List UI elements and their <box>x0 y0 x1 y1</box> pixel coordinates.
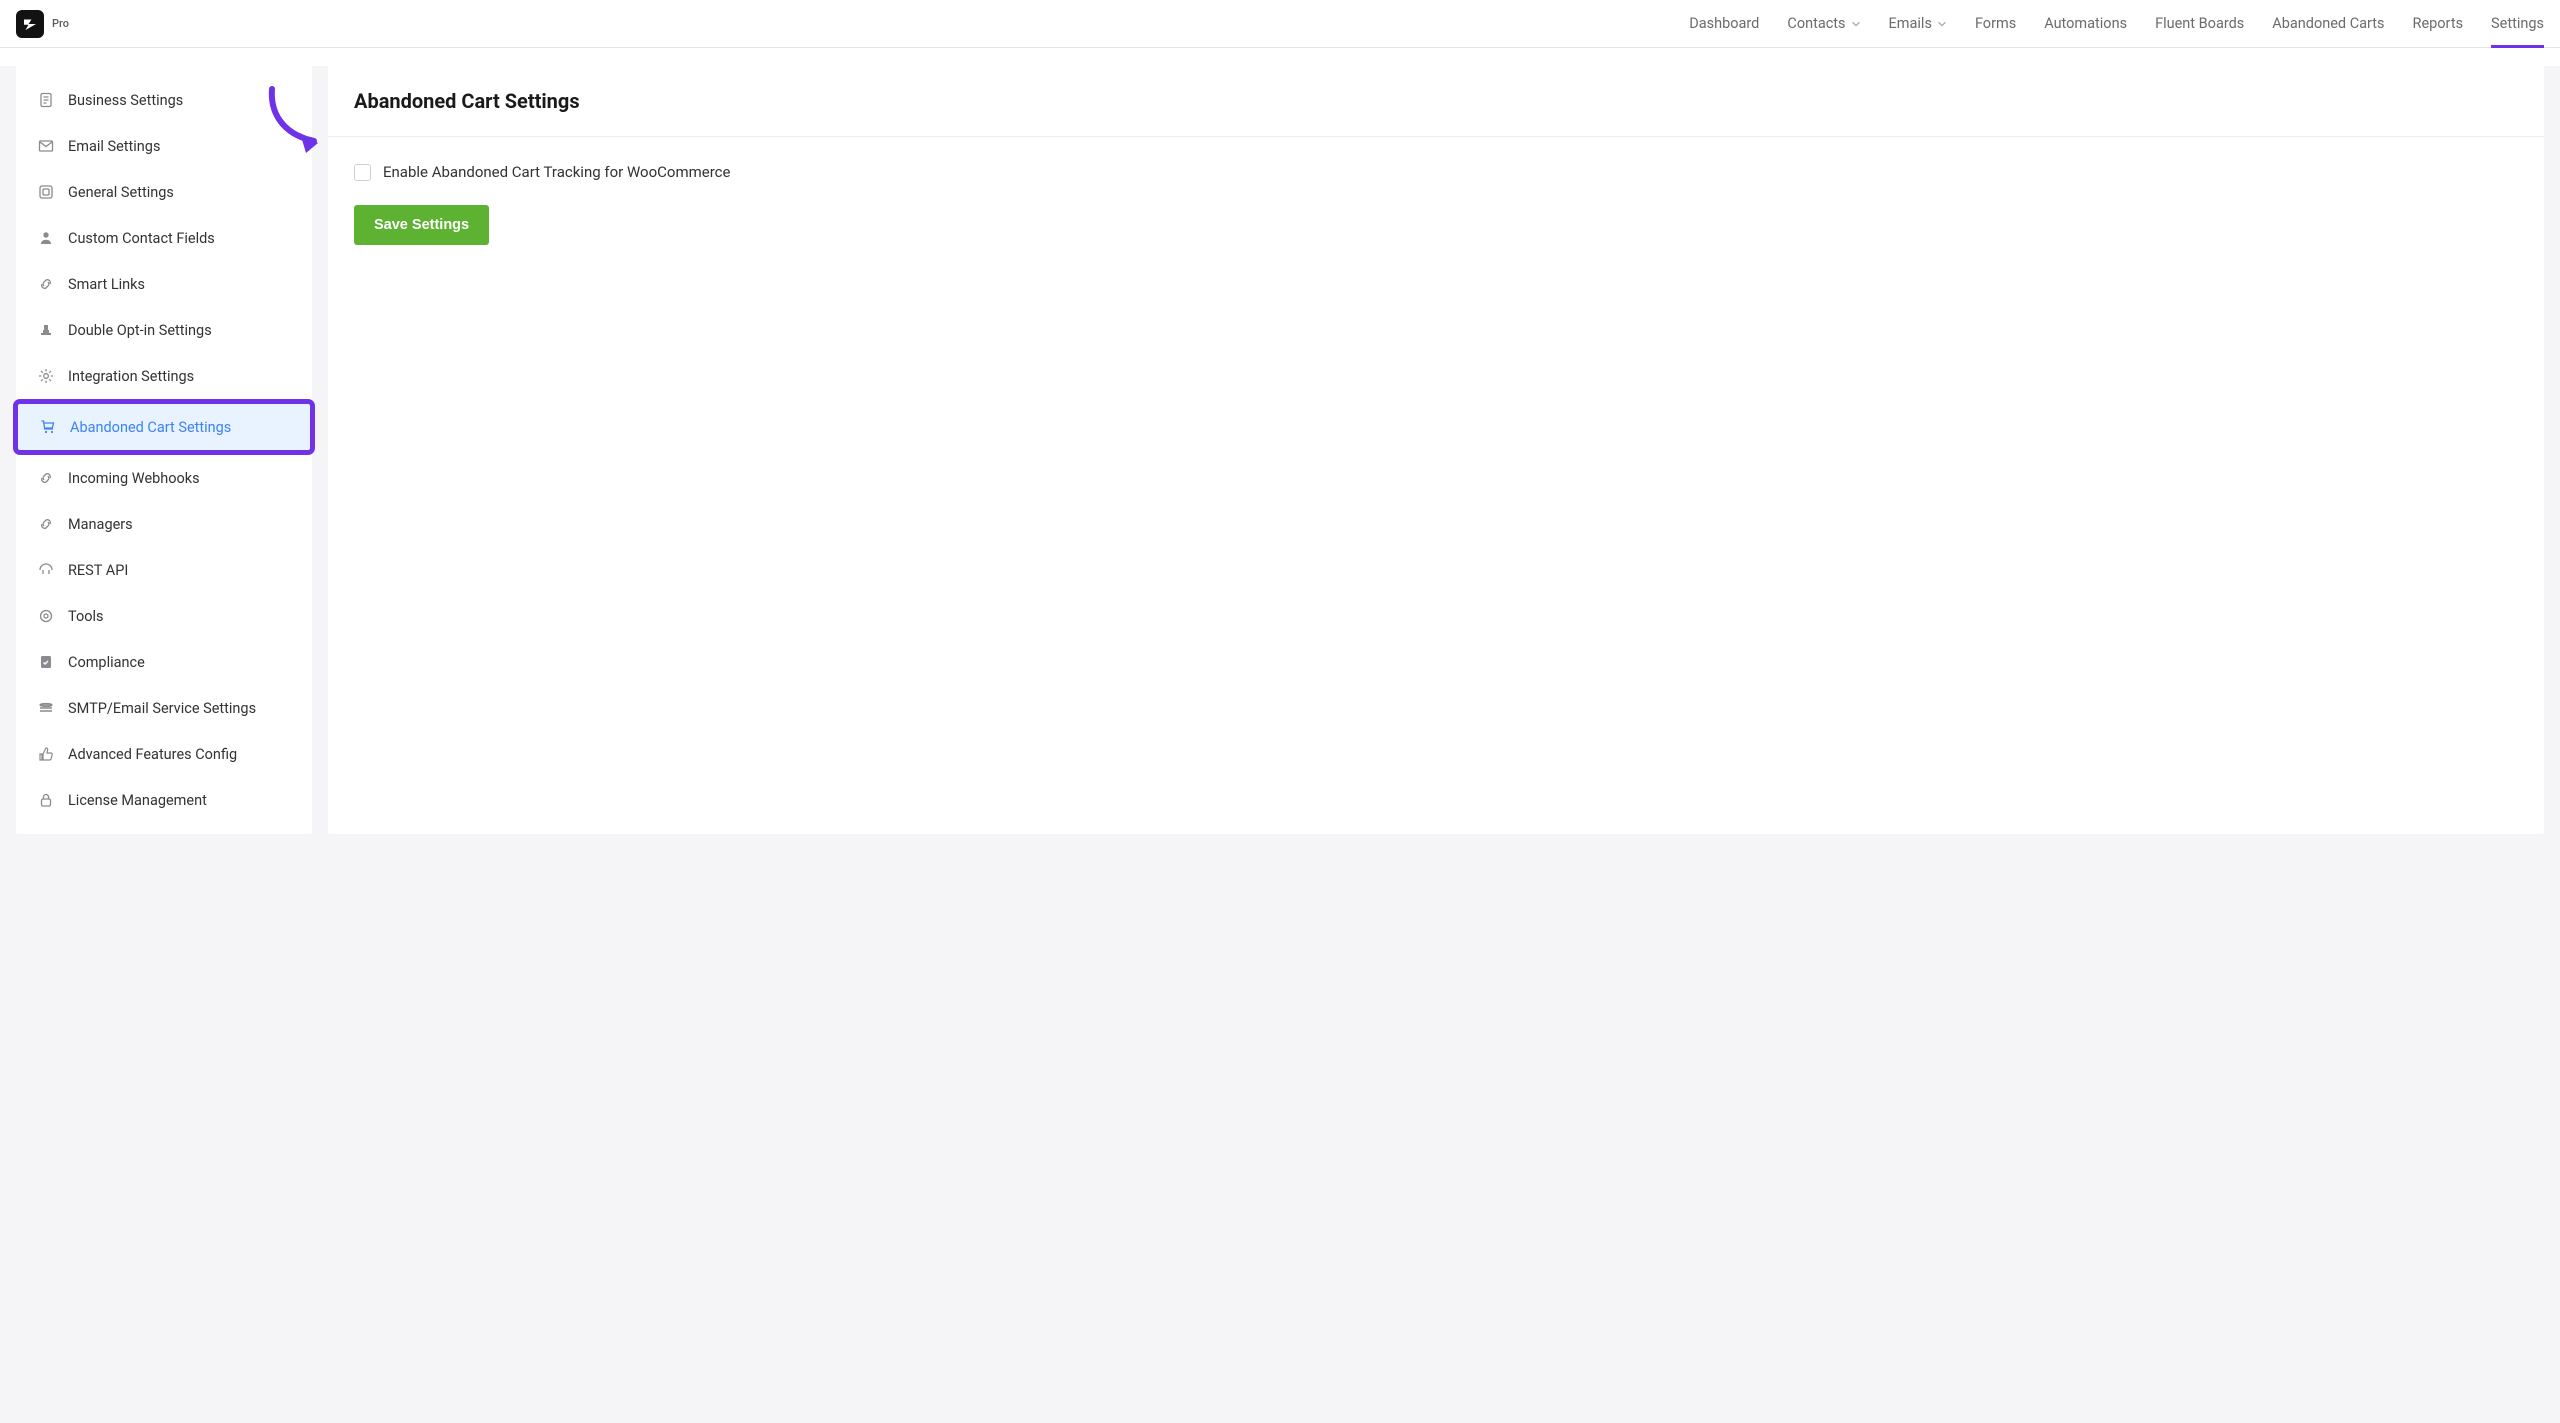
link-icon <box>38 276 54 292</box>
sidebar-item-tools[interactable]: Tools <box>16 593 312 639</box>
sidebar-item-email-settings[interactable]: Email Settings <box>16 123 312 169</box>
nav-dashboard[interactable]: Dashboard <box>1689 0 1759 48</box>
enable-tracking-checkbox[interactable] <box>354 164 371 181</box>
sidebar-item-label: Compliance <box>68 654 145 671</box>
nav-emails[interactable]: Emails <box>1889 0 1947 48</box>
nav-label: Contacts <box>1787 15 1845 32</box>
enable-tracking-row: Enable Abandoned Cart Tracking for WooCo… <box>354 163 2518 181</box>
sidebar-item-label: Advanced Features Config <box>68 746 237 763</box>
sidebar-item-license[interactable]: License Management <box>16 777 312 823</box>
sidebar-item-rest-api[interactable]: REST API <box>16 547 312 593</box>
logo-badge: Pro <box>52 17 69 30</box>
chevron-down-icon <box>1851 19 1861 29</box>
content-body: Enable Abandoned Cart Tracking for WooCo… <box>328 137 2544 271</box>
sidebar-item-double-optin[interactable]: Double Opt-in Settings <box>16 307 312 353</box>
thumbs-up-icon <box>38 746 54 762</box>
nav-contacts[interactable]: Contacts <box>1787 0 1860 48</box>
link-icon <box>38 516 54 532</box>
cart-icon <box>40 419 56 435</box>
sidebar-item-custom-contact-fields[interactable]: Custom Contact Fields <box>16 215 312 261</box>
sidebar-item-label: Double Opt-in Settings <box>68 322 212 339</box>
nav-label: Automations <box>2044 15 2127 32</box>
logo[interactable]: Pro <box>16 10 69 38</box>
person-icon <box>38 230 54 246</box>
main-content: Abandoned Cart Settings Enable Abandoned… <box>328 66 2544 834</box>
sidebar-item-label: License Management <box>68 792 207 809</box>
sidebar-item-label: Smart Links <box>68 276 145 293</box>
sidebar-item-label: Abandoned Cart Settings <box>70 419 231 436</box>
sidebar-item-incoming-webhooks[interactable]: Incoming Webhooks <box>16 455 312 501</box>
logo-icon <box>16 10 44 38</box>
nav-forms[interactable]: Forms <box>1975 0 2016 48</box>
sidebar-item-label: Integration Settings <box>68 368 194 385</box>
save-settings-button[interactable]: Save Settings <box>354 205 489 245</box>
nav-settings[interactable]: Settings <box>2491 0 2544 48</box>
clipboard-check-icon <box>38 654 54 670</box>
main-nav: Dashboard Contacts Emails Forms Automati… <box>1689 0 2544 48</box>
nav-label: Dashboard <box>1689 15 1759 32</box>
nav-label: Fluent Boards <box>2155 15 2244 32</box>
sidebar-item-compliance[interactable]: Compliance <box>16 639 312 685</box>
chevron-down-icon <box>1937 19 1947 29</box>
sidebar-item-label: Tools <box>68 608 104 625</box>
page-title: Abandoned Cart Settings <box>354 89 2518 113</box>
nav-label: Reports <box>2413 15 2464 32</box>
settings-sidebar: Business Settings Email Settings General… <box>16 66 312 834</box>
stamp-icon <box>38 322 54 338</box>
sidebar-item-label: SMTP/Email Service Settings <box>68 700 256 717</box>
sidebar-item-label: Email Settings <box>68 138 160 155</box>
top-navbar: Pro Dashboard Contacts Emails Forms Auto… <box>0 0 2560 48</box>
sidebar-item-general-settings[interactable]: General Settings <box>16 169 312 215</box>
square-icon <box>38 184 54 200</box>
link-icon <box>38 470 54 486</box>
nav-label: Emails <box>1889 15 1932 32</box>
nav-label: Settings <box>2491 15 2544 32</box>
sidebar-item-smart-links[interactable]: Smart Links <box>16 261 312 307</box>
nav-label: Abandoned Carts <box>2272 15 2384 32</box>
lock-icon <box>38 792 54 808</box>
sidebar-item-advanced-features[interactable]: Advanced Features Config <box>16 731 312 777</box>
sidebar-item-business-settings[interactable]: Business Settings <box>16 77 312 123</box>
nav-fluent-boards[interactable]: Fluent Boards <box>2155 0 2244 48</box>
stack-icon <box>38 700 54 716</box>
enable-tracking-label: Enable Abandoned Cart Tracking for WooCo… <box>383 163 730 181</box>
nav-reports[interactable]: Reports <box>2413 0 2464 48</box>
sidebar-item-abandoned-cart[interactable]: Abandoned Cart Settings <box>18 404 310 450</box>
sidebar-item-label: Incoming Webhooks <box>68 470 200 487</box>
sidebar-item-managers[interactable]: Managers <box>16 501 312 547</box>
sidebar-item-smtp[interactable]: SMTP/Email Service Settings <box>16 685 312 731</box>
nav-abandoned-carts[interactable]: Abandoned Carts <box>2272 0 2384 48</box>
sidebar-item-label: REST API <box>68 562 128 579</box>
sidebar-item-label: Managers <box>68 516 133 533</box>
sidebar-item-label: General Settings <box>68 184 174 201</box>
api-icon <box>38 562 54 578</box>
gear-icon <box>38 368 54 384</box>
nav-label: Forms <box>1975 15 2016 32</box>
sidebar-item-label: Custom Contact Fields <box>68 230 215 247</box>
mail-icon <box>38 138 54 154</box>
sidebar-item-integration[interactable]: Integration Settings <box>16 353 312 399</box>
cog-icon <box>38 608 54 624</box>
content-header: Abandoned Cart Settings <box>328 66 2544 137</box>
sidebar-item-label: Business Settings <box>68 92 183 109</box>
secondary-bar <box>0 48 2560 66</box>
nav-automations[interactable]: Automations <box>2044 0 2127 48</box>
document-icon <box>38 92 54 108</box>
